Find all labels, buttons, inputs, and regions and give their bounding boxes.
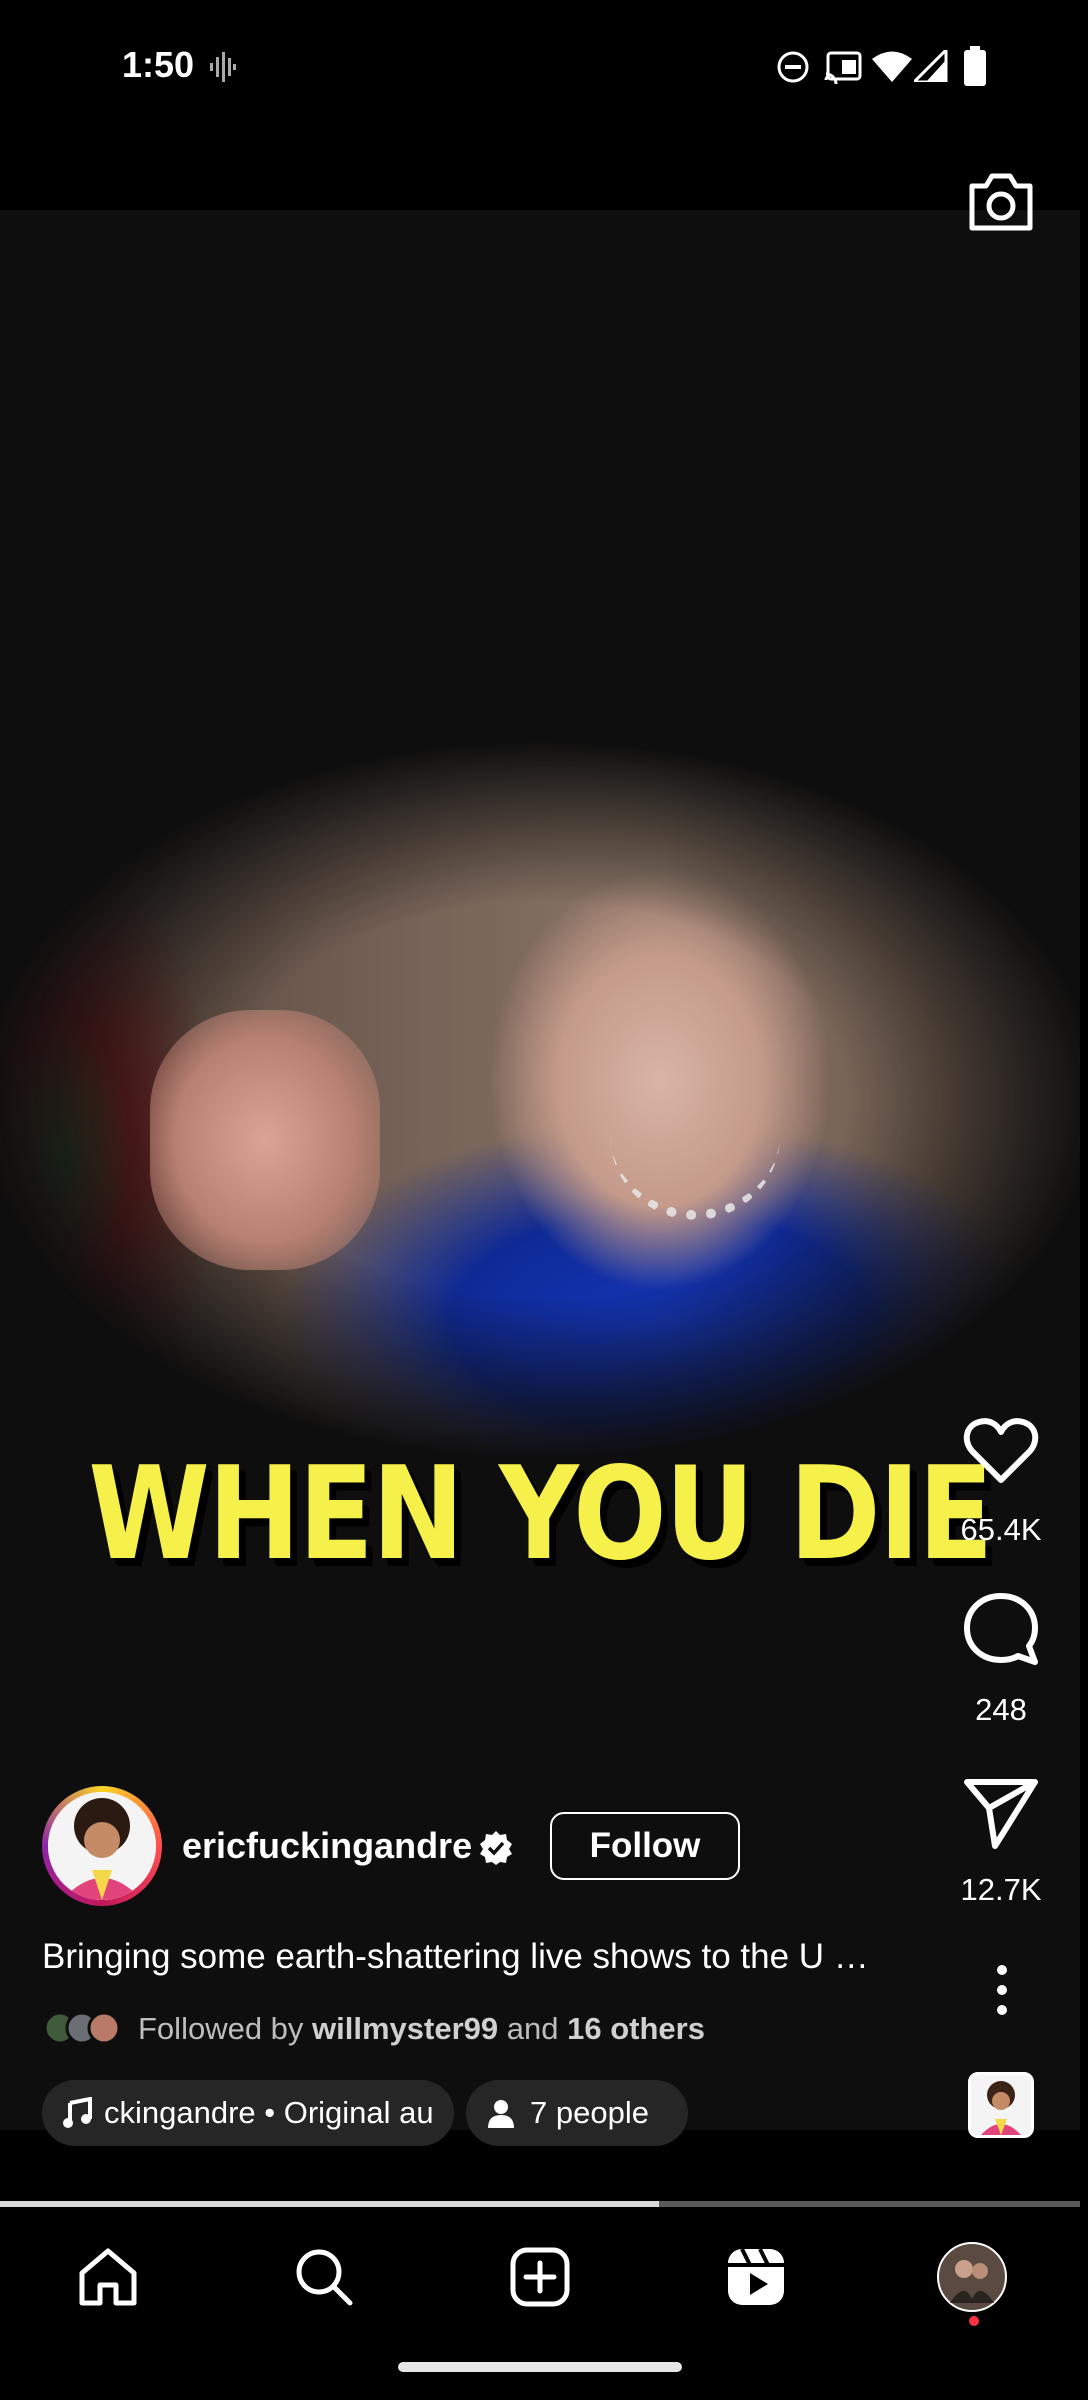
follow-button[interactable]: Follow [550, 1812, 740, 1880]
nav-home[interactable] [68, 2237, 148, 2317]
nav-search[interactable] [284, 2237, 364, 2317]
battery-icon [964, 46, 986, 86]
audio-thumbnail-image [971, 2075, 1031, 2135]
like-heart-icon[interactable] [961, 1410, 1041, 1490]
author-username[interactable]: ericfuckingandre [182, 1825, 472, 1867]
followed-by-prefix: Followed by [138, 2011, 304, 2046]
author-avatar-image [48, 1792, 156, 1900]
followed-by-avatars [44, 2011, 121, 2045]
profile-notification-dot [969, 2316, 979, 2326]
author-avatar[interactable] [42, 1786, 162, 1906]
audio-label: ckingandre • Original au [104, 2095, 434, 2130]
profile-avatar [937, 2242, 1007, 2312]
signal-icon [914, 50, 948, 82]
status-bar: 1:50 [0, 0, 1088, 210]
comment-count: 248 [975, 1692, 1027, 1727]
reel-caption[interactable]: Bringing some earth-shattering live show… [42, 1937, 912, 1977]
share-count: 12.7K [960, 1872, 1042, 1907]
people-tag-label: 7 people [530, 2095, 649, 2130]
video-hand [150, 1010, 380, 1270]
create-icon [510, 2247, 570, 2307]
share-paper-plane-icon[interactable] [961, 1772, 1041, 1852]
nav-create[interactable] [500, 2237, 580, 2317]
reels-icon [728, 2248, 784, 2305]
audio-pill[interactable]: ckingandre • Original au [42, 2080, 454, 2146]
camera-icon[interactable] [966, 170, 1036, 234]
video-text-overlay: WHEN YOU DIE [88, 1440, 993, 1589]
wifi-icon [872, 51, 912, 82]
followed-by-user[interactable]: willmyster99 [312, 2011, 498, 2046]
status-time: 1:50 [122, 44, 195, 85]
nav-reels[interactable] [716, 2237, 796, 2317]
cast-icon [824, 51, 862, 84]
verified-badge-icon [480, 1831, 512, 1865]
nav-profile[interactable] [932, 2237, 1012, 2317]
like-count: 65.4K [960, 1512, 1042, 1547]
home-indicator[interactable] [398, 2362, 682, 2372]
people-tag-pill[interactable]: 7 people [466, 2080, 688, 2146]
person-icon [488, 2100, 514, 2128]
dnd-icon [777, 51, 809, 83]
music-note-icon [63, 2097, 92, 2128]
audio-thumbnail[interactable] [968, 2072, 1034, 2138]
voice-wave-icon [210, 52, 236, 82]
more-options-icon[interactable] [982, 1960, 1022, 2020]
comment-bubble-icon[interactable] [961, 1590, 1041, 1670]
home-icon [79, 2248, 137, 2306]
search-icon [296, 2249, 353, 2306]
followed-by-middle: and [506, 2011, 559, 2046]
followed-by-text[interactable]: Followed by willmyster99 and 16 others [138, 2011, 705, 2047]
followed-by-others[interactable]: 16 others [567, 2011, 705, 2046]
